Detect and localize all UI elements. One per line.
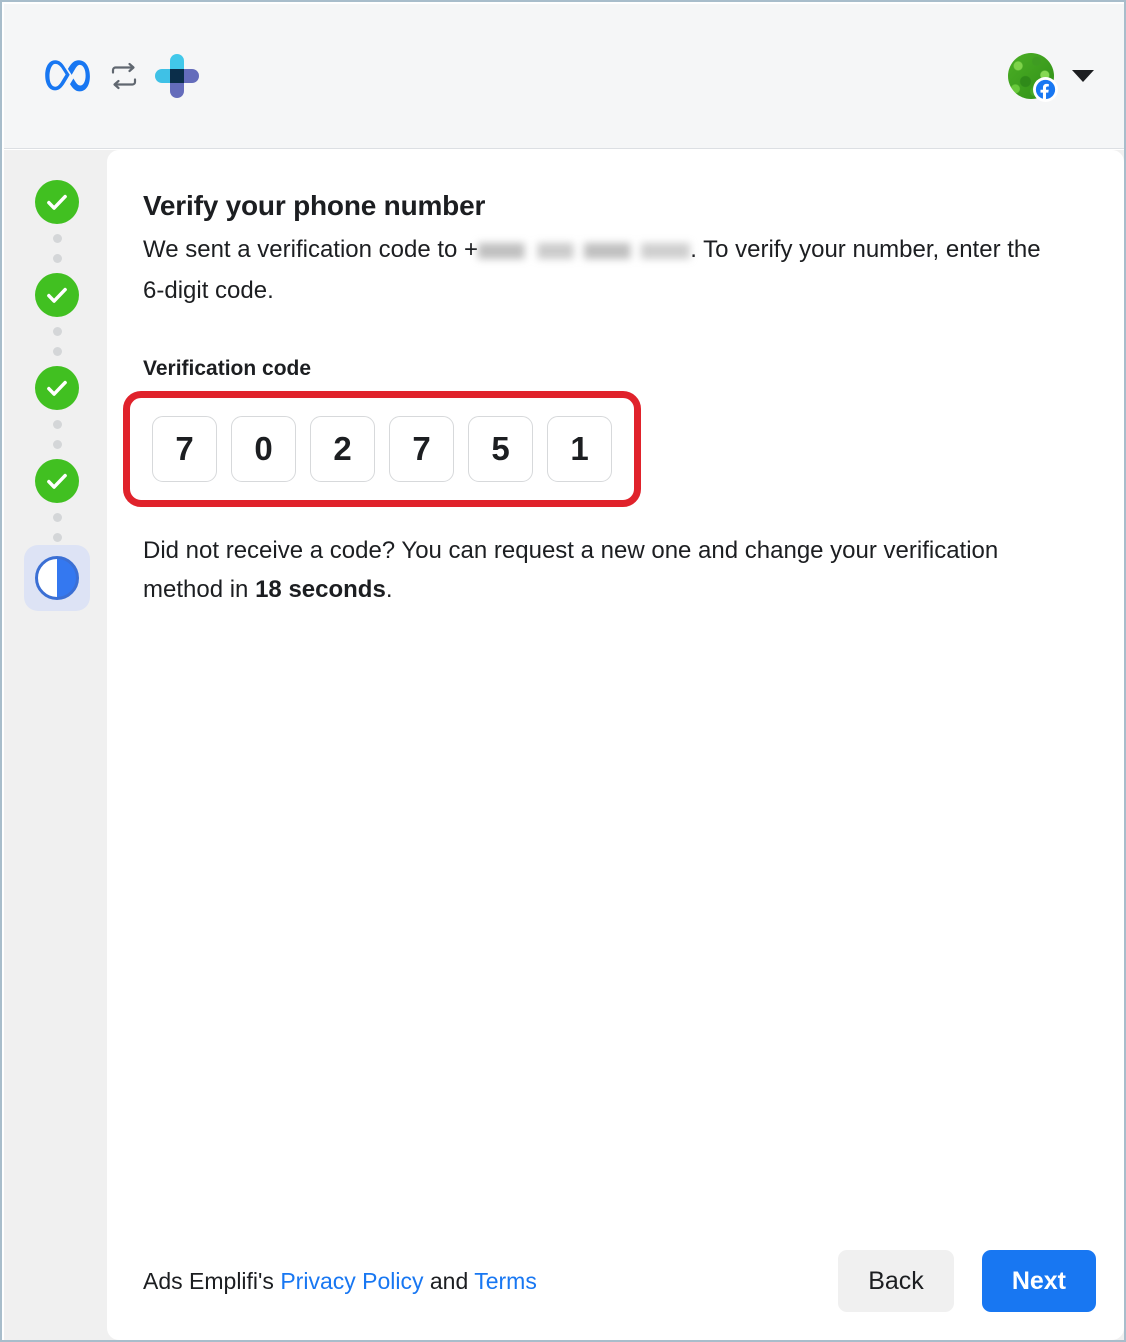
- connector-dot: [52, 347, 62, 356]
- step-completed-3[interactable]: [35, 366, 79, 410]
- check-icon: [47, 380, 67, 396]
- card-footer: Ads Emplifi's Privacy Policy and Terms B…: [143, 1250, 1096, 1312]
- avatar[interactable]: [1008, 53, 1058, 102]
- verification-code-label: Verification code: [143, 356, 312, 380]
- page-title: Verify your phone number: [143, 190, 486, 221]
- redacted-phone-number: XXX XXX XXX XXX: [478, 230, 691, 271]
- legal-prefix: Ads Emplifi's: [143, 1267, 281, 1294]
- meta-logo-icon[interactable]: [40, 59, 94, 93]
- progress-stepper: [20, 180, 94, 611]
- resend-text-suffix: .: [385, 575, 393, 603]
- brand-group: [40, 53, 200, 99]
- top-bar: [4, 4, 1124, 149]
- terms-link[interactable]: Terms: [474, 1268, 537, 1294]
- step-completed-1[interactable]: [35, 180, 79, 224]
- facebook-badge-icon: [1033, 77, 1058, 102]
- code-digit-2[interactable]: 0: [231, 415, 296, 482]
- resend-countdown: 18 seconds: [255, 575, 386, 603]
- connector-dot: [52, 420, 62, 429]
- step-active-current[interactable]: [24, 545, 90, 611]
- code-digit-1[interactable]: 7: [152, 415, 217, 482]
- code-digit-3[interactable]: 2: [310, 415, 375, 482]
- connector-dot: [52, 254, 62, 263]
- account-group[interactable]: [1008, 53, 1094, 102]
- verification-code-highlight-annotation: 7 0 2 7 5 1: [123, 390, 641, 507]
- check-icon: [47, 473, 67, 489]
- verification-code-input-group[interactable]: 7 0 2 7 5 1: [152, 415, 612, 482]
- connector-dot: [52, 327, 62, 336]
- app-window: Verify your phone number We sent a verif…: [0, 0, 1126, 1342]
- code-digit-6[interactable]: 1: [547, 415, 612, 482]
- legal-text: Ads Emplifi's Privacy Policy and Terms: [143, 1268, 537, 1295]
- connector-dot: [52, 513, 62, 522]
- connector-dot: [52, 440, 62, 449]
- step-connector-2: [52, 317, 62, 366]
- chevron-down-icon[interactable]: [1072, 70, 1094, 82]
- page-subtitle: We sent a verification code to +XXX XXX …: [143, 230, 1043, 311]
- connector-dot: [52, 234, 62, 243]
- sync-arrows-icon[interactable]: [108, 60, 140, 92]
- step-completed-4[interactable]: [35, 459, 79, 503]
- body-area: Verify your phone number We sent a verif…: [4, 150, 1124, 1340]
- half-circle-progress-icon: [35, 556, 79, 600]
- back-button[interactable]: Back: [838, 1250, 954, 1312]
- next-button[interactable]: Next: [981, 1250, 1096, 1312]
- privacy-policy-link[interactable]: Privacy Policy: [280, 1268, 423, 1294]
- check-icon: [47, 194, 67, 210]
- step-completed-2[interactable]: [35, 273, 79, 317]
- code-digit-5[interactable]: 5: [468, 415, 533, 482]
- footer-buttons: Back Next: [838, 1250, 1096, 1312]
- legal-middle: and: [423, 1267, 475, 1294]
- check-icon: [47, 287, 67, 303]
- card-content: Verify your phone number We sent a verif…: [123, 190, 1088, 609]
- content-card: Verify your phone number We sent a verif…: [107, 150, 1124, 1340]
- resend-info-text: Did not receive a code? You can request …: [143, 531, 1013, 609]
- step-connector-3: [52, 410, 62, 459]
- subtitle-prefix: We sent a verification code to +: [143, 236, 479, 263]
- connector-dot: [52, 533, 62, 542]
- step-connector-1: [52, 224, 62, 273]
- code-digit-4[interactable]: 7: [389, 415, 454, 482]
- emplifi-logo-icon[interactable]: [154, 53, 200, 99]
